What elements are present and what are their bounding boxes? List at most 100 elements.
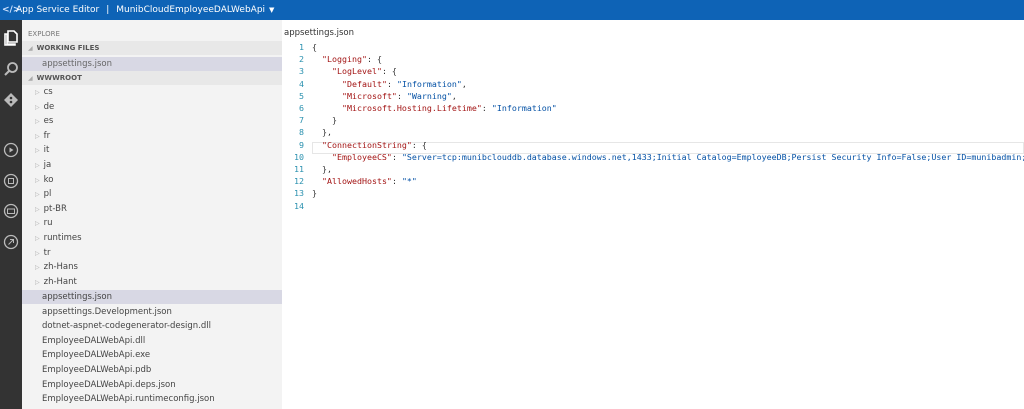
code-token: "Information" [491,103,557,113]
line-number: 7 [299,115,304,126]
code-token: "Microsoft" [341,90,397,101]
code-token: } [312,115,337,126]
code-token: { [312,42,317,52]
folder-item[interactable]: ▷ ja [22,158,282,172]
editor[interactable]: appsettings.json 1{2 "Logging": {3 "LogL… [282,20,1024,409]
output-icon[interactable] [0,169,22,193]
app-service-logo-icon: </> [2,5,21,15]
chevron-expanded-icon: ◢ [28,75,33,82]
chevron-right-icon: ▷ [35,264,40,272]
site-selector[interactable]: MunibCloudEmployeeDALWebApi ▼ [116,5,274,15]
line-number: 13 [294,188,304,199]
line-number: 2 [299,54,304,65]
folder-item[interactable]: ▷ de [22,100,282,114]
folder-item[interactable]: ▷ tr [22,246,282,260]
working-files-section[interactable]: ◢ WORKING FILES [22,41,282,55]
file-item[interactable]: EmployeeDALWebApi.exe [22,348,282,362]
code-token: } [312,188,317,199]
code-token: }, [312,164,332,174]
file-item[interactable]: EmployeeDALWebApi.dll [22,334,282,348]
explorer-icon[interactable] [0,26,22,50]
title-bar: </> App Service Editor | MunibCloudEmplo… [0,0,1024,20]
file-item[interactable]: dotnet-aspnet-codegenerator-design.dll [22,319,282,333]
folder-item[interactable]: ▷ zh-Hant [22,275,282,289]
folder-item[interactable]: ▷ zh-Hans [22,260,282,274]
code-token: "Warning" [406,90,452,101]
folder-label: ko [43,174,54,185]
chevron-right-icon: ▷ [35,220,40,228]
explorer-sidebar: EXPLORE ◢ WORKING FILES appsettings.json … [22,20,282,409]
chevron-right-icon: ▷ [35,176,40,184]
chevron-right-icon: ▷ [35,147,40,155]
file-item[interactable]: appsettings.json [22,290,282,304]
chevron-right-icon: ▷ [35,103,40,111]
code-token: }, [312,127,332,138]
file-item[interactable]: EmployeeDALWebApi.deps.json [22,378,282,392]
code-line: 13} [282,187,317,199]
code-line: 11 }, [282,163,332,175]
folder-label: ja [43,160,52,170]
chevron-right-icon: ▷ [35,235,40,242]
code-line: 4 "Default": "Information", [282,78,467,90]
wwwroot-section[interactable]: ◢ WWWROOT [22,71,282,85]
line-number: 10 [294,151,304,162]
code-token: "Information" [396,78,462,89]
folder-item[interactable]: ▷ it [22,143,282,157]
folder-item[interactable]: ▷ pl [22,187,282,201]
line-number: 4 [299,78,304,89]
code-token: : [481,103,492,113]
open-site-icon[interactable] [0,230,22,254]
file-item[interactable]: EmployeeDALWebApi.runtimeconfig.json [22,392,282,406]
code-token: "Logging" [322,54,367,65]
code-line: 1{ [282,41,317,53]
file-item[interactable]: appsettings.Development.json [22,305,282,319]
app-title: App Service Editor [16,5,100,15]
code-token: "Microsoft.Hosting.Lifetime" [341,103,482,113]
code-line: 8 }, [282,126,332,138]
code-token: "EmployeeCS" [331,151,392,162]
folder-item[interactable]: ▷ fr [22,129,282,143]
search-icon[interactable] [0,57,22,81]
folder-label: pl [43,189,52,200]
run-icon[interactable] [0,138,22,162]
folder-item[interactable]: ▷ ru [22,216,282,230]
folder-label: cs [43,87,53,97]
code-token: "Server=tcp:munibclouddb.database.window… [401,151,1024,162]
line-number: 1 [299,42,304,52]
site-name: MunibCloudEmployeeDALWebApi [116,5,266,15]
line-number: 3 [299,66,304,77]
chevron-right-icon: ▷ [35,278,40,286]
code-token: "LogLevel" [331,66,382,77]
code-line: 3 "LogLevel": { [282,65,397,77]
folder-label: ru [43,218,53,229]
working-files-label: WORKING FILES [36,44,100,52]
code-line: 7 } [282,114,337,126]
git-icon[interactable] [0,88,22,112]
code-token: : [391,176,402,187]
chevron-expanded-icon: ◢ [28,45,33,52]
chevron-right-icon: ▷ [35,118,40,126]
code-line: 12 "AllowedHosts": "*" [282,175,417,187]
code-token: "*" [401,176,417,187]
folder-label: tr [43,247,51,258]
folder-item[interactable]: ▷ runtimes [22,231,282,245]
console-icon[interactable] [0,199,22,223]
working-file-item[interactable]: appsettings.json [22,57,282,71]
code-line: 10 "EmployeeCS": "Server=tcp:munibcloudd… [282,151,1024,163]
folder-item[interactable]: ▷ cs [22,85,282,99]
folder-item[interactable]: ▷ es [22,114,282,128]
folder-item[interactable]: ▷ ko [22,173,282,187]
file-item[interactable]: EmployeeDALWebApi.pdb [22,363,282,377]
chevron-right-icon: ▷ [35,162,40,169]
folder-label: runtimes [43,233,82,243]
code-token: : [391,151,402,162]
code-token: : [386,78,397,89]
folder-item[interactable]: ▷ pt-BR [22,202,282,216]
line-number: 14 [294,200,304,211]
